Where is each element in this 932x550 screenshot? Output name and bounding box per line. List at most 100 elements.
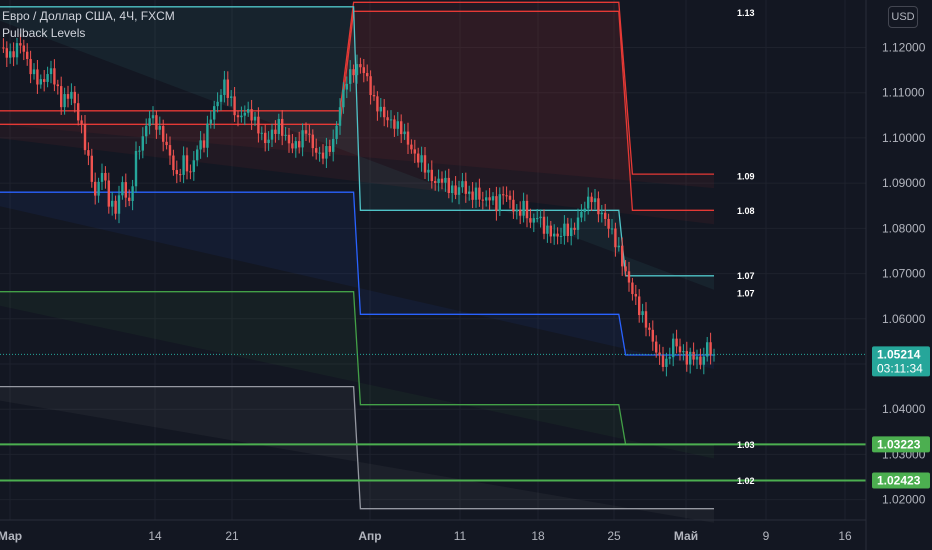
candle-body (56, 84, 59, 87)
candle-body (83, 123, 87, 151)
candle-body (668, 357, 671, 359)
candle-body (556, 233, 559, 237)
candle-body (315, 148, 318, 153)
candle-body (304, 130, 308, 134)
candle-body (617, 245, 620, 248)
price-chart[interactable]: 1.13 1.09 1.08 1.07 1.07 1.03 1.02 1.12000 1.11… (0, 0, 932, 550)
candle-body (505, 195, 508, 197)
price-badge-value: 1.03223 (877, 437, 921, 451)
level-label: 1.07 (737, 271, 755, 281)
candle-body (437, 178, 440, 183)
candle-body (570, 227, 573, 237)
candle-body (386, 117, 389, 121)
candle-body (325, 146, 328, 159)
countdown-timer: 03:11:34 (877, 361, 923, 375)
candle-body (529, 218, 532, 223)
candle-body (607, 218, 610, 229)
candle-body (124, 182, 127, 198)
candle-body (97, 181, 100, 196)
price-badge-value: 1.05214 (877, 347, 921, 361)
indicator-name[interactable]: Pullback Levels (2, 25, 175, 42)
candle-body (46, 74, 49, 82)
candle-body (165, 141, 168, 146)
currency-button[interactable]: USD (888, 6, 918, 28)
candle-body (689, 351, 692, 365)
candle-body (593, 198, 597, 203)
price-tick-label: 1.10000 (882, 131, 926, 145)
candle-body (485, 197, 488, 201)
candle-body (9, 51, 12, 58)
candle-body (638, 296, 641, 316)
candle-body (53, 68, 56, 85)
candle-body (661, 355, 665, 367)
candle-body (692, 351, 695, 360)
time-tick-label: Мар (0, 529, 22, 543)
candle-body (49, 68, 53, 75)
candle-body (383, 106, 386, 118)
candle-body (590, 196, 593, 203)
time-tick-label: 18 (531, 529, 545, 543)
chart-legend: Евро / Доллар США, 4Ч, FXCM Pullback Lev… (2, 8, 175, 42)
time-tick-label: 9 (763, 529, 770, 543)
candle-body (355, 64, 359, 76)
candle-body (461, 181, 464, 188)
time-tick-label: Май (674, 529, 698, 543)
candle-body (22, 45, 25, 52)
candle-body (15, 43, 19, 58)
candle-body (366, 73, 369, 77)
level-label: 1.08 (737, 206, 755, 216)
candle-body (624, 266, 627, 272)
candle-body (192, 160, 195, 172)
candle-body (342, 89, 345, 108)
candle-body (219, 94, 223, 102)
candle-body (26, 51, 29, 59)
candle-body (685, 351, 688, 365)
candle-body (250, 109, 253, 121)
candle-body (576, 217, 580, 230)
candle-body (471, 191, 474, 200)
level-label: 1.13 (737, 8, 755, 18)
candle-body (151, 115, 155, 119)
candle-body (631, 282, 634, 295)
candle-body (434, 181, 437, 183)
candle-body (39, 79, 42, 85)
candle-body (168, 145, 172, 156)
candle-body (298, 141, 301, 148)
candle-body (141, 136, 144, 151)
candle-body (338, 107, 342, 126)
candle-body (5, 48, 8, 58)
candle-body (478, 187, 481, 200)
candle-body (665, 358, 668, 367)
candle-body (63, 94, 66, 108)
time-tick-label: 21 (225, 529, 239, 543)
candle-body (376, 96, 379, 112)
candle-body (444, 177, 447, 183)
candle-body (695, 356, 699, 360)
candle-body (345, 83, 348, 90)
candle-body (678, 346, 682, 353)
candle-body (175, 170, 178, 175)
candle-body (641, 311, 644, 316)
candle-body (634, 294, 637, 297)
candle-body (36, 69, 39, 85)
candle-body (580, 211, 583, 218)
symbol-title[interactable]: Евро / Доллар США, 4Ч, FXCM (2, 8, 175, 25)
price-badge-value: 1.02423 (877, 474, 921, 488)
candle-body (372, 95, 376, 97)
candle-body (335, 125, 338, 139)
candle-body (111, 200, 114, 207)
candle-body (539, 216, 542, 219)
candle-body (202, 140, 206, 148)
candle-body (264, 132, 267, 144)
candle-body (403, 131, 406, 135)
candle-body (321, 152, 325, 159)
candle-body (209, 119, 212, 124)
candle-body (308, 133, 311, 135)
candle-body (12, 51, 15, 58)
candle-body (291, 143, 294, 149)
level-label: 1.07 (737, 288, 755, 298)
candle-body (430, 169, 433, 182)
candle-body (145, 125, 148, 137)
candle-body (396, 121, 399, 129)
candle-body (277, 118, 280, 134)
